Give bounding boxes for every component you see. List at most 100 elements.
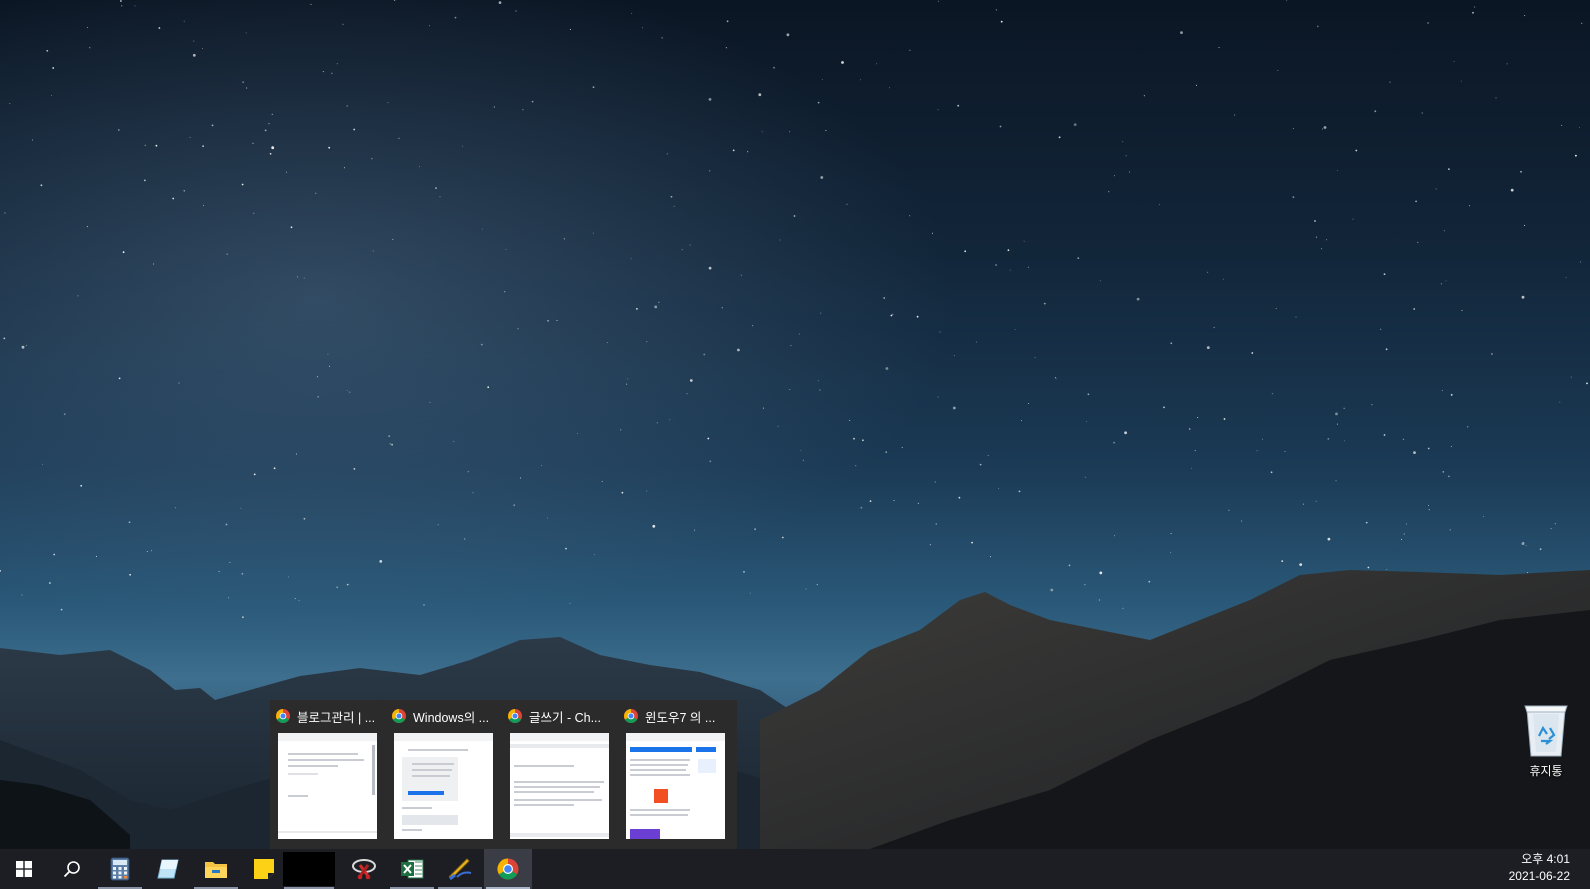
star — [1474, 6, 1476, 8]
file-explorer-app[interactable] — [192, 849, 240, 889]
chrome-app[interactable] — [484, 849, 532, 889]
star — [541, 465, 542, 467]
star — [129, 573, 132, 576]
chrome-icon — [276, 709, 290, 723]
star — [1128, 171, 1130, 173]
thumbnail-window-4[interactable]: 윈도우7 의 ... — [618, 700, 734, 849]
star — [1007, 249, 1010, 252]
star — [1322, 128, 1324, 130]
star — [789, 389, 791, 390]
star — [779, 239, 781, 241]
star — [32, 139, 33, 141]
star — [428, 25, 430, 27]
star — [120, 0, 122, 2]
star — [569, 602, 571, 604]
star — [183, 189, 186, 192]
star — [1413, 308, 1416, 310]
star — [1495, 97, 1497, 99]
star — [1327, 537, 1331, 541]
star — [174, 507, 176, 509]
star — [592, 86, 595, 89]
star — [515, 10, 517, 12]
star — [987, 455, 989, 457]
star — [594, 554, 596, 555]
thumbnail-title-bar: 윈도우7 의 ... — [624, 707, 730, 725]
star — [636, 308, 638, 310]
star — [315, 192, 317, 194]
star — [802, 459, 804, 461]
star — [1327, 438, 1330, 440]
calculator-icon — [110, 857, 130, 881]
star — [1483, 516, 1485, 517]
star — [1570, 376, 1572, 378]
star — [226, 253, 228, 255]
recycle-bin-label: 휴지통 — [1529, 764, 1563, 778]
thumbnail-title: 블로그관리 | ... — [297, 710, 376, 725]
star — [1302, 503, 1304, 505]
star — [1554, 523, 1556, 525]
star — [1335, 480, 1337, 482]
star — [144, 179, 146, 182]
start-button[interactable] — [0, 849, 48, 889]
star — [153, 263, 155, 265]
star — [893, 500, 895, 501]
thumbnail-window-2[interactable]: Windows의 ... — [386, 700, 502, 849]
star — [892, 313, 894, 315]
star — [1058, 136, 1061, 139]
star — [1383, 434, 1386, 436]
star — [1428, 504, 1429, 506]
star — [1355, 149, 1358, 152]
draw-app[interactable] — [144, 849, 192, 889]
star — [934, 481, 936, 483]
system-clock[interactable]: 오후 4:01 2021-06-22 — [1509, 851, 1570, 885]
desktop-wallpaper — [0, 0, 1590, 849]
star — [1251, 352, 1254, 354]
search-button[interactable] — [48, 849, 96, 889]
star — [467, 471, 469, 473]
star — [464, 538, 466, 540]
star — [1234, 114, 1236, 116]
star — [346, 583, 349, 586]
taskbar-thumbnail-flyout: 블로그관리 | ... Windows의 ... 글쓰기 - Ch... 윈도우… — [270, 700, 737, 849]
star — [885, 451, 888, 453]
pen-app[interactable] — [436, 849, 484, 889]
star — [343, 167, 345, 169]
excel-app[interactable] — [388, 849, 436, 889]
recycle-bin-shortcut[interactable]: 휴지통 — [1512, 700, 1580, 779]
star — [52, 67, 55, 69]
black-window-app[interactable] — [282, 849, 336, 889]
star — [150, 550, 152, 552]
star — [547, 517, 548, 519]
thumbnail-window-3[interactable]: 글쓰기 - Ch... — [502, 700, 618, 849]
star — [4, 212, 6, 214]
star — [1417, 241, 1419, 243]
star — [737, 348, 740, 352]
star — [144, 144, 146, 146]
star — [1241, 520, 1243, 522]
star — [290, 226, 293, 229]
star — [929, 544, 931, 546]
thumbnail-window-1[interactable]: 블로그관리 | ... — [270, 700, 386, 849]
star — [1365, 521, 1368, 524]
star — [935, 523, 938, 525]
star — [480, 343, 483, 346]
star — [860, 506, 863, 509]
star — [1524, 224, 1525, 226]
star — [1207, 271, 1209, 273]
snipping-tool-app[interactable] — [340, 849, 388, 889]
star — [1299, 563, 1303, 566]
star — [709, 460, 712, 463]
star — [1316, 25, 1319, 28]
star — [229, 562, 231, 563]
sticky-notes-app[interactable] — [240, 849, 288, 889]
eraser-icon — [157, 859, 179, 879]
star — [487, 386, 490, 389]
star — [740, 274, 742, 276]
star — [1445, 280, 1447, 282]
star — [241, 572, 244, 575]
star — [1099, 280, 1101, 282]
chrome-icon — [392, 709, 406, 723]
star — [601, 481, 603, 482]
calculator-app[interactable] — [96, 849, 144, 889]
star — [327, 353, 329, 355]
